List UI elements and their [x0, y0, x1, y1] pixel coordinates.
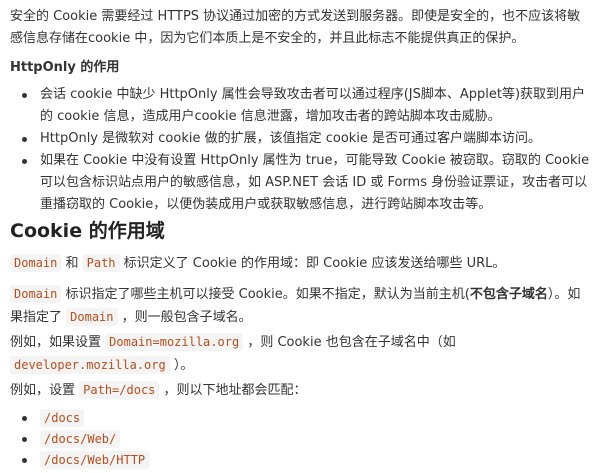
- scope-paragraph-2: Domain 标识指定了哪些主机可以接受 Cookie。如果不指定，默认为当前主…: [10, 283, 592, 329]
- document-page: 安全的 Cookie 需要经过 HTTPS 协议通过加密的方式发送到服务器。即使…: [0, 0, 602, 473]
- scope-paragraph-4: 例如，设置 Path=/docs ，则以下地址都会匹配：: [10, 379, 592, 402]
- intro-paragraph: 安全的 Cookie 需要经过 HTTPS 协议通过加密的方式发送到服务器。即使…: [10, 9, 581, 46]
- text-span: ）。: [169, 358, 194, 373]
- inline-code: developer.mozilla.org: [10, 356, 170, 374]
- inline-code: Domain: [10, 285, 62, 303]
- inline-code: Domain: [10, 254, 62, 272]
- inline-code: Path: [82, 254, 120, 272]
- inline-code: /docs/Web/: [40, 430, 121, 448]
- list-item: 会话 cookie 中缺少 HttpOnly 属性会导致攻击者可以通过程序(JS…: [10, 84, 592, 128]
- httponly-list: 会话 cookie 中缺少 HttpOnly 属性会导致攻击者可以通过程序(JS…: [10, 84, 592, 216]
- inline-code: /docs/Web/HTTP: [40, 451, 150, 469]
- inline-code: /docs: [40, 409, 85, 427]
- text-span: 标识指定了哪些主机可以接受 Cookie。如果不指定，默认为当前主机(: [61, 287, 470, 302]
- list-item: 如果在 Cookie 中没有设置 HttpOnly 属性为 true，可能导致 …: [10, 150, 592, 216]
- bold-text: 不包含子域名: [469, 287, 548, 302]
- inline-code: Path=/docs: [79, 381, 160, 399]
- text-span: 例如，设置: [10, 383, 80, 398]
- inline-code: Domain: [66, 308, 118, 326]
- text-span: 标识定义了 Cookie 的作用域：即 Cookie 应该发送给哪些 URL。: [119, 256, 506, 271]
- scope-paragraph-3: 例如，如果设置 Domain=mozilla.org ，则 Cookie 也包含…: [10, 331, 592, 377]
- cookie-scope-heading: Cookie 的作用域: [10, 220, 165, 242]
- inline-code: Domain=mozilla.org: [105, 333, 244, 351]
- httponly-heading: HttpOnly 的作用: [10, 60, 120, 75]
- text-span: 例如，如果设置: [10, 335, 106, 350]
- text-span: 和: [61, 256, 83, 271]
- scope-paragraph-1: Domain 和 Path 标识定义了 Cookie 的作用域：即 Cookie…: [10, 252, 592, 275]
- list-item: HttpOnly 是微软对 cookie 做的扩展，该值指定 cookie 是否…: [10, 128, 592, 150]
- text-span: ，则以下地址都会匹配：: [159, 383, 307, 398]
- list-item: /docs/Web/: [10, 429, 592, 450]
- text-span: ，则 Cookie 也包含在子域名中（如: [243, 335, 456, 350]
- list-item: /docs: [10, 408, 592, 429]
- text-span: ，则一般包含子域名。: [117, 310, 252, 325]
- path-list: /docs /docs/Web/ /docs/Web/HTTP: [10, 408, 592, 471]
- list-item: /docs/Web/HTTP: [10, 450, 592, 471]
